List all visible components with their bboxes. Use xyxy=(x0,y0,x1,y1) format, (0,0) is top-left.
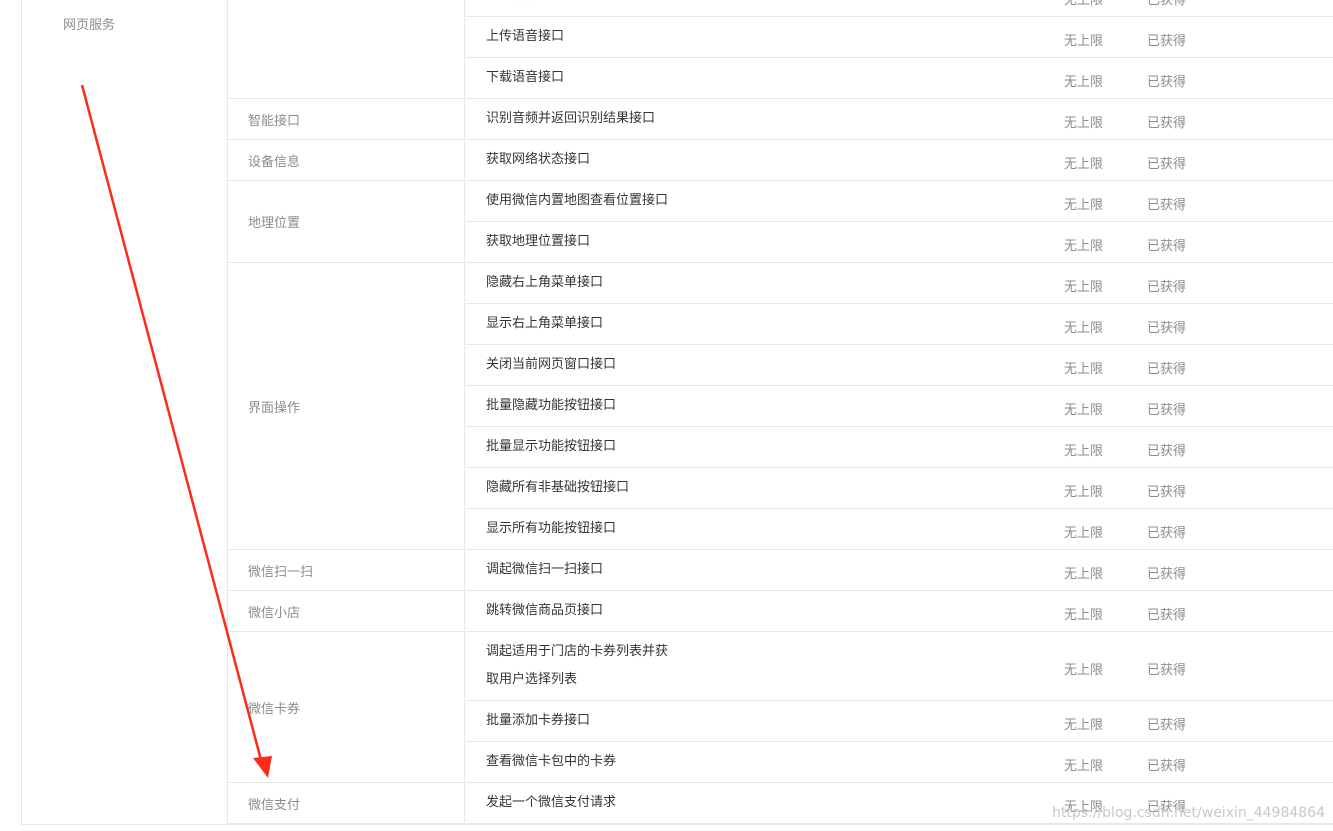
api-name: 隐藏右上角菜单接口 xyxy=(486,275,604,290)
watermark: https://blog.csdn.net/weixin_44984864 xyxy=(1051,805,1325,821)
api-status: 已获得 xyxy=(1147,362,1187,377)
category-cell-scan: 微信扫一扫 xyxy=(228,550,465,591)
api-status: 已获得 xyxy=(1147,663,1187,678)
table-row: 获取网络状态接口 无上限 已获得 xyxy=(466,140,1333,181)
table-row: 上传语音接口 无上限 已获得 xyxy=(466,17,1333,58)
api-limit: 无上限 xyxy=(1064,0,1104,8)
table-row: 获取地理位置接口 无上限 已获得 xyxy=(466,222,1333,263)
api-limit: 无上限 xyxy=(1064,567,1104,582)
section-column: 网页服务 xyxy=(21,0,228,824)
api-limit: 无上限 xyxy=(1064,759,1104,774)
api-status: 已获得 xyxy=(1147,759,1187,774)
api-limit: 无上限 xyxy=(1064,34,1104,49)
api-name: 下载语音接口 xyxy=(486,70,565,85)
api-name: 批量显示功能按钮接口 xyxy=(486,439,617,454)
api-status: 已获得 xyxy=(1147,157,1187,172)
api-status: 已获得 xyxy=(1147,444,1187,459)
api-name: 查看微信卡包中的卡券 xyxy=(486,754,617,769)
table-row: 隐藏右上角菜单接口 无上限 已获得 xyxy=(466,263,1333,304)
api-name-line2: 取用户选择列表 xyxy=(486,672,578,687)
api-limit: 无上限 xyxy=(1064,116,1104,131)
api-name: 跳转微信商品页接口 xyxy=(486,603,604,618)
table-row: 批量添加卡券接口 无上限 已获得 xyxy=(466,701,1333,742)
table-row: 关闭当前网页窗口接口 无上限 已获得 xyxy=(466,345,1333,386)
api-name: 显示所有功能按钮接口 xyxy=(486,521,617,536)
table-row: 停止播放接口 无上限 已获得 xyxy=(466,0,1333,17)
api-limit: 无上限 xyxy=(1064,485,1104,500)
api-status: 已获得 xyxy=(1147,280,1187,295)
table-row: 查看微信卡包中的卡券 无上限 已获得 xyxy=(466,742,1333,783)
api-status: 已获得 xyxy=(1147,34,1187,49)
category-cell-device: 设备信息 xyxy=(228,140,465,181)
api-limit: 无上限 xyxy=(1064,608,1104,623)
api-status: 已获得 xyxy=(1147,718,1187,733)
api-limit: 无上限 xyxy=(1064,403,1104,418)
api-name: 发起一个微信支付请求 xyxy=(486,795,617,810)
api-status: 已获得 xyxy=(1147,198,1187,213)
api-limit: 无上限 xyxy=(1064,157,1104,172)
api-limit: 无上限 xyxy=(1064,321,1104,336)
section-label: 网页服务 xyxy=(63,18,116,33)
table-row: 显示所有功能按钮接口 无上限 已获得 xyxy=(466,509,1333,550)
table-row: 隐藏所有非基础按钮接口 无上限 已获得 xyxy=(466,468,1333,509)
api-name: 关闭当前网页窗口接口 xyxy=(486,357,617,372)
api-name-line1: 调起适用于门店的卡券列表并获 xyxy=(486,644,669,659)
table-row: 调起微信扫一扫接口 无上限 已获得 xyxy=(466,550,1333,591)
api-limit: 无上限 xyxy=(1064,75,1104,90)
table-row: 批量隐藏功能按钮接口 无上限 已获得 xyxy=(466,386,1333,427)
table-row: 批量显示功能按钮接口 无上限 已获得 xyxy=(466,427,1333,468)
api-limit: 无上限 xyxy=(1064,362,1104,377)
api-status: 已获得 xyxy=(1147,0,1187,8)
category-cell-card: 微信卡券 xyxy=(228,632,465,783)
api-name: 显示右上角菜单接口 xyxy=(486,316,604,331)
api-name: 批量隐藏功能按钮接口 xyxy=(486,398,617,413)
table-row: 显示右上角菜单接口 无上限 已获得 xyxy=(466,304,1333,345)
api-status: 已获得 xyxy=(1147,485,1187,500)
table-row: 跳转微信商品页接口 无上限 已获得 xyxy=(466,591,1333,632)
api-limit: 无上限 xyxy=(1064,718,1104,733)
api-status: 已获得 xyxy=(1147,403,1187,418)
api-limit: 无上限 xyxy=(1064,663,1104,678)
api-name: 批量添加卡券接口 xyxy=(486,713,591,728)
table-row: 识别音频并返回识别结果接口 无上限 已获得 xyxy=(466,99,1333,140)
api-name: 使用微信内置地图查看位置接口 xyxy=(486,193,669,208)
api-limit: 无上限 xyxy=(1064,280,1104,295)
api-status: 已获得 xyxy=(1147,75,1187,90)
api-name: 隐藏所有非基础按钮接口 xyxy=(486,480,630,495)
api-name: 获取地理位置接口 xyxy=(486,234,591,249)
api-status: 已获得 xyxy=(1147,321,1187,336)
category-cell-shop: 微信小店 xyxy=(228,591,465,632)
category-cell-location: 地理位置 xyxy=(228,181,465,263)
api-limit: 无上限 xyxy=(1064,526,1104,541)
api-status: 已获得 xyxy=(1147,116,1187,131)
api-name: 调起微信扫一扫接口 xyxy=(486,562,604,577)
category-cell-voice xyxy=(228,0,465,99)
api-status: 已获得 xyxy=(1147,608,1187,623)
table-row: 调起适用于门店的卡券列表并获 取用户选择列表 无上限 已获得 xyxy=(466,632,1333,701)
api-name: 获取网络状态接口 xyxy=(486,152,591,167)
category-cell-smart: 智能接口 xyxy=(228,99,465,140)
api-limit: 无上限 xyxy=(1064,198,1104,213)
api-status: 已获得 xyxy=(1147,567,1187,582)
api-limit: 无上限 xyxy=(1064,444,1104,459)
api-name: 上传语音接口 xyxy=(486,29,565,44)
category-cell-ui: 界面操作 xyxy=(228,263,465,550)
category-cell-pay: 微信支付 xyxy=(228,783,465,824)
api-limit: 无上限 xyxy=(1064,239,1104,254)
api-status: 已获得 xyxy=(1147,239,1187,254)
table-row: 下载语音接口 无上限 已获得 xyxy=(466,58,1333,99)
table-row: 使用微信内置地图查看位置接口 无上限 已获得 xyxy=(466,181,1333,222)
api-name: 识别音频并返回识别结果接口 xyxy=(486,111,656,126)
api-name: 停止播放接口 xyxy=(486,0,564,10)
api-status: 已获得 xyxy=(1147,526,1187,541)
